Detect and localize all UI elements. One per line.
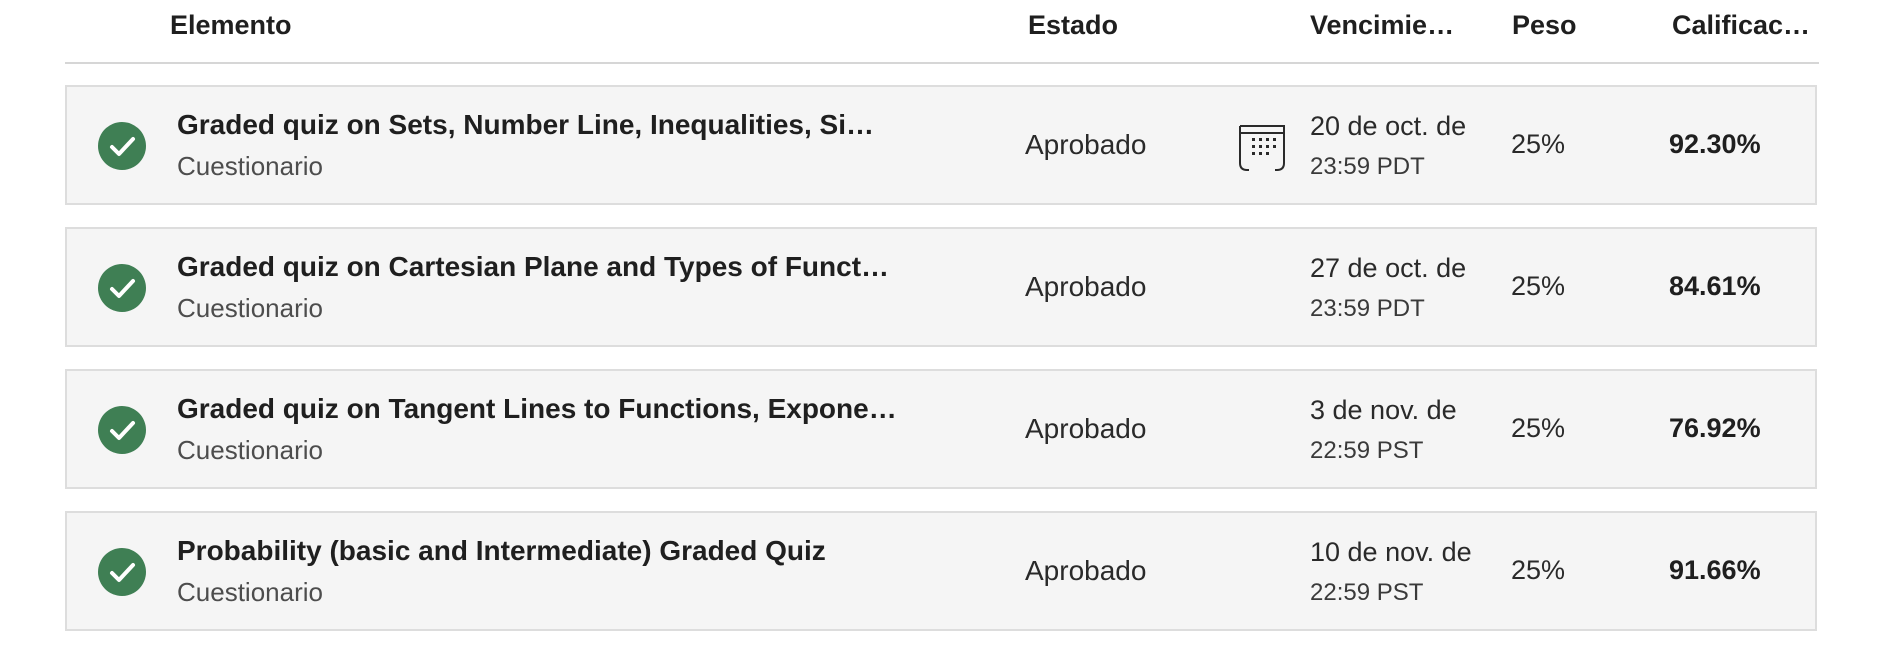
grades-table: Elemento Estado Vencimie… Peso Calificac…	[0, 0, 1878, 654]
due-date: 20 de oct. de	[1310, 111, 1467, 141]
table-header: Elemento Estado Vencimie… Peso Calificac…	[65, 0, 1819, 64]
due-time: 23:59 PDT	[1310, 295, 1425, 322]
due-date: 10 de nov. de	[1310, 537, 1472, 567]
column-header-grade[interactable]: Calificac…	[1672, 10, 1810, 41]
calendar-icon[interactable]	[1237, 123, 1287, 173]
column-header-element[interactable]: Elemento	[170, 10, 292, 41]
table-row[interactable]: Probability (basic and Intermediate) Gra…	[65, 511, 1817, 631]
weight-value: 25%	[1511, 271, 1566, 301]
column-header-status[interactable]: Estado	[1028, 10, 1118, 41]
table-row[interactable]: Graded quiz on Sets, Number Line, Inequa…	[65, 85, 1817, 205]
item-type: Cuestionario	[177, 151, 323, 181]
status-text: Aprobado	[1025, 555, 1147, 586]
grade-value: 84.61%	[1669, 271, 1761, 301]
due-time: 23:59 PDT	[1310, 153, 1425, 180]
weight-value: 25%	[1511, 129, 1566, 159]
weight-value: 25%	[1511, 555, 1566, 585]
grade-value: 92.30%	[1669, 129, 1761, 159]
due-time: 22:59 PST	[1310, 579, 1424, 606]
grade-value: 91.66%	[1669, 555, 1761, 585]
item-type: Cuestionario	[177, 577, 323, 607]
column-header-due[interactable]: Vencimie…	[1310, 10, 1454, 41]
column-header-weight[interactable]: Peso	[1512, 10, 1577, 41]
table-row[interactable]: Graded quiz on Tangent Lines to Function…	[65, 369, 1817, 489]
due-time: 22:59 PST	[1310, 437, 1424, 464]
status-text: Aprobado	[1025, 129, 1147, 160]
item-type: Cuestionario	[177, 435, 323, 465]
due-date: 3 de nov. de	[1310, 395, 1457, 425]
quiz-title-link[interactable]: Graded quiz on Sets, Number Line, Inequa…	[177, 109, 912, 141]
item-type: Cuestionario	[177, 293, 323, 323]
quiz-title-link[interactable]: Probability (basic and Intermediate) Gra…	[177, 535, 912, 567]
weight-value: 25%	[1511, 413, 1566, 443]
status-text: Aprobado	[1025, 413, 1147, 444]
check-circle-icon	[98, 548, 146, 596]
due-date: 27 de oct. de	[1310, 253, 1467, 283]
check-circle-icon	[98, 264, 146, 312]
check-circle-icon	[98, 122, 146, 170]
quiz-title-link[interactable]: Graded quiz on Cartesian Plane and Types…	[177, 251, 912, 283]
table-row[interactable]: Graded quiz on Cartesian Plane and Types…	[65, 227, 1817, 347]
grade-value: 76.92%	[1669, 413, 1761, 443]
check-circle-icon	[98, 406, 146, 454]
status-text: Aprobado	[1025, 271, 1147, 302]
quiz-title-link[interactable]: Graded quiz on Tangent Lines to Function…	[177, 393, 912, 425]
